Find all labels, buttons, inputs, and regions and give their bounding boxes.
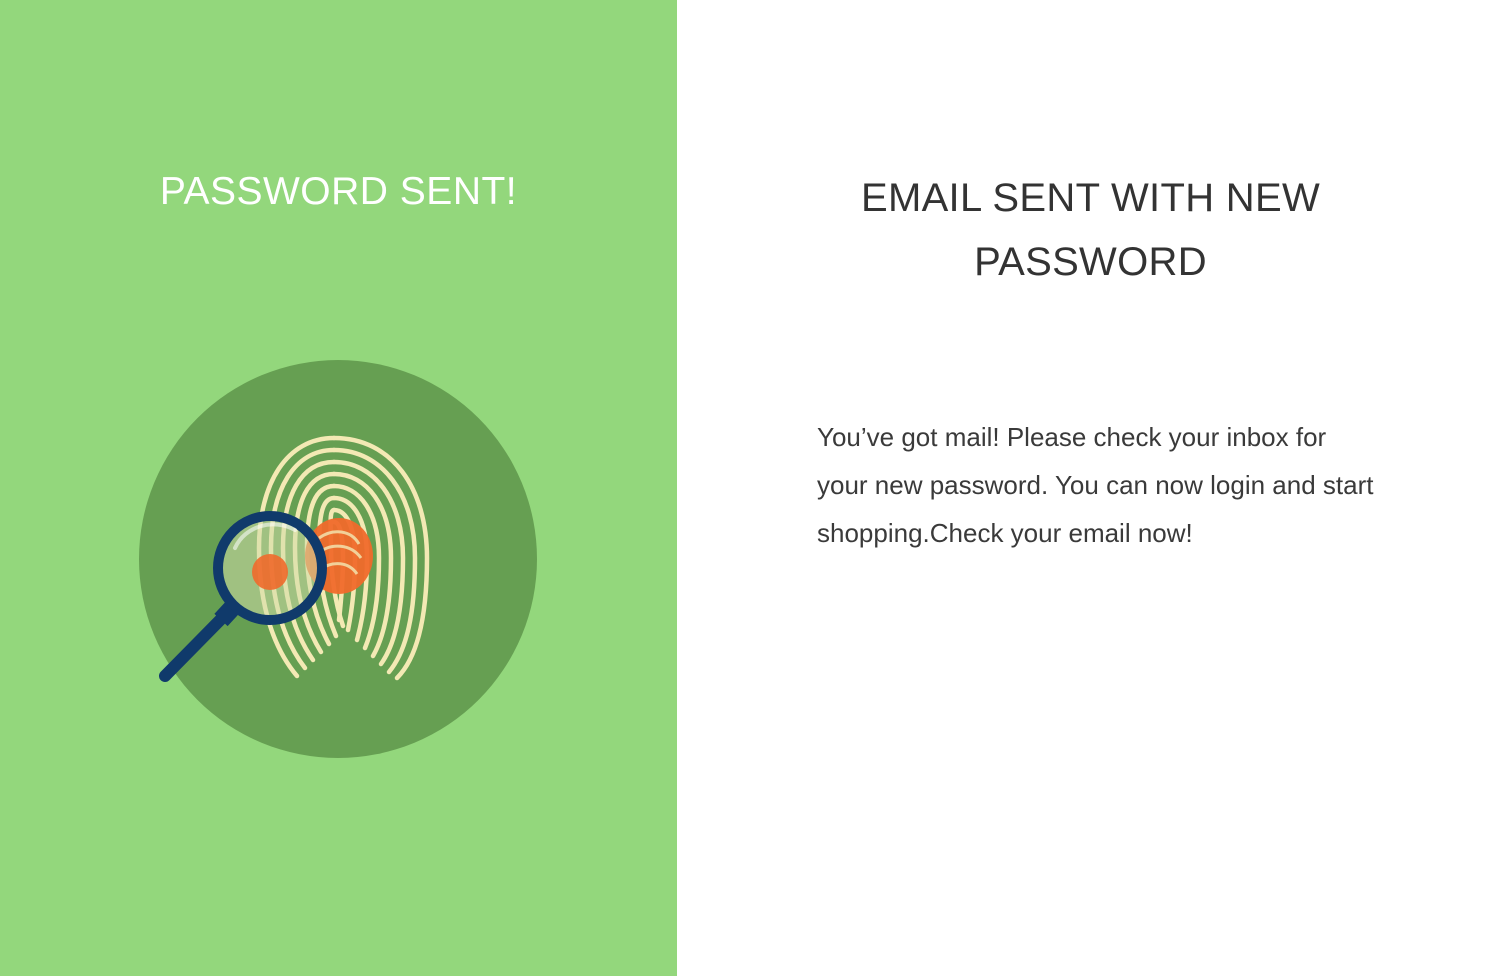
confirmation-message: You’ve got mail! Please check your inbox… (817, 422, 1374, 548)
left-panel-title: PASSWORD SENT! (159, 170, 518, 213)
right-panel: EMAIL SENT WITH NEW PASSWORD You’ve got … (677, 0, 1504, 976)
fingerprint-magnifier-icon (139, 360, 537, 758)
left-panel: PASSWORD SENT! (0, 0, 677, 976)
password-sent-page: PASSWORD SENT! EMAIL SENT WITH NEW PASSW… (0, 0, 1504, 976)
right-panel-title: EMAIL SENT WITH NEW PASSWORD (860, 176, 1321, 284)
